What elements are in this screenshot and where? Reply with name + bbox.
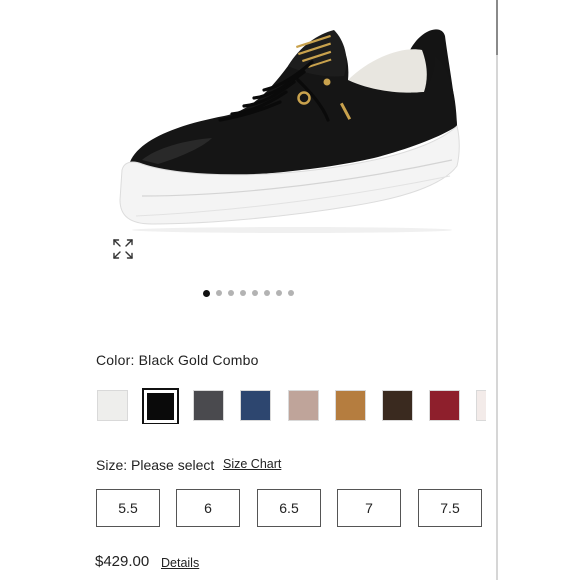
size-chart-link[interactable]: Size Chart bbox=[223, 457, 281, 471]
color-swatches bbox=[97, 388, 486, 424]
size-option-6-5[interactable]: 6.5 bbox=[257, 489, 321, 527]
size-option-7-5[interactable]: 7.5 bbox=[418, 489, 482, 527]
color-swatch-black[interactable] bbox=[142, 388, 179, 424]
color-swatch-white[interactable] bbox=[97, 390, 128, 421]
scrollbar-thumb[interactable] bbox=[496, 0, 498, 55]
color-swatch-metallic-rose[interactable] bbox=[288, 390, 319, 421]
product-page: Color: Black Gold Combo Size: Please sel… bbox=[0, 0, 580, 580]
carousel-dot-4[interactable] bbox=[240, 290, 246, 296]
carousel-dot-8[interactable] bbox=[288, 290, 294, 296]
color-swatch-dark-grey[interactable] bbox=[193, 390, 224, 421]
size-label: Size: bbox=[96, 457, 128, 473]
product-image[interactable] bbox=[112, 20, 472, 235]
carousel-dot-5[interactable] bbox=[252, 290, 258, 296]
details-link[interactable]: Details bbox=[161, 556, 199, 570]
carousel-dot-2[interactable] bbox=[216, 290, 222, 296]
carousel-dot-7[interactable] bbox=[276, 290, 282, 296]
color-swatch-cognac[interactable] bbox=[335, 390, 366, 421]
selected-color-name: Black Gold Combo bbox=[138, 352, 259, 368]
size-option-7[interactable]: 7 bbox=[337, 489, 401, 527]
carousel-dots bbox=[0, 289, 497, 297]
expand-icon[interactable] bbox=[111, 237, 135, 261]
carousel-dot-3[interactable] bbox=[228, 290, 234, 296]
size-placeholder: Please select bbox=[131, 457, 215, 473]
color-swatch-navy[interactable] bbox=[240, 390, 271, 421]
size-option-5-5[interactable]: 5.5 bbox=[96, 489, 160, 527]
color-swatch-dark-brown[interactable] bbox=[382, 390, 413, 421]
color-label: Color: bbox=[96, 352, 135, 368]
carousel-dot-1[interactable] bbox=[203, 289, 210, 297]
size-selection-label: Size: Please select bbox=[96, 457, 214, 473]
color-selection-label: Color: Black Gold Combo bbox=[96, 352, 259, 368]
product-price: $429.00 bbox=[95, 553, 150, 570]
color-swatch-burgundy[interactable] bbox=[429, 390, 460, 421]
size-option-6[interactable]: 6 bbox=[176, 489, 240, 527]
carousel-dot-6[interactable] bbox=[264, 290, 270, 296]
color-swatch-white-blush[interactable] bbox=[476, 390, 486, 421]
